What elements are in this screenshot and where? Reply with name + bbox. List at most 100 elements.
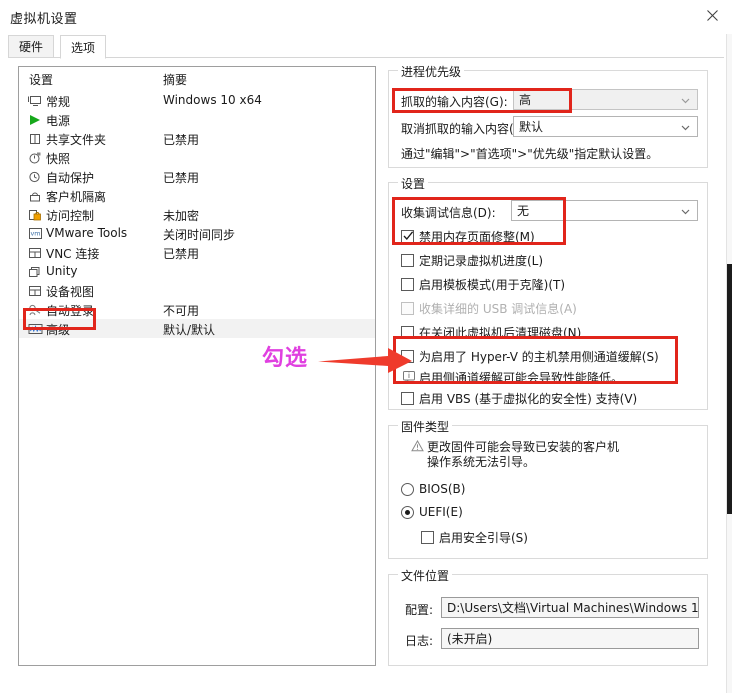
autologin-icon bbox=[27, 302, 43, 317]
list-item-summary: 未加密 bbox=[163, 209, 200, 223]
checkbox-usb-debug-info: 收集详细的 USB 调试信息(A) bbox=[401, 300, 577, 317]
firmware-warning-text: 更改固件可能会导致已安装的客户机 操作系统无法引导。 bbox=[427, 440, 620, 469]
debug-info-value: 无 bbox=[517, 204, 530, 218]
warning-icon bbox=[411, 439, 427, 455]
group-settings-legend: 设置 bbox=[398, 175, 429, 192]
group-settings: 设置 收集调试信息(D): 无 禁用内存页面修整(M) 定期记录虚拟机进度(L)… bbox=[388, 175, 708, 410]
vm-settings-window: 虚拟机设置 硬件 选项 设置 摘要 常规 Windows 10 x64 电源 共… bbox=[0, 0, 732, 693]
list-item-access-control[interactable]: 访问控制 未加密 bbox=[19, 205, 375, 224]
vmware-tools-icon: vm bbox=[27, 226, 43, 241]
checkbox-disable-side-channel-mitigations[interactable]: 为启用了 Hyper-V 的主机禁用侧通道缓解(S) bbox=[401, 348, 659, 365]
checkbox-clean-disk-on-shutdown[interactable]: 在关闭此虚拟机后清理磁盘(N) bbox=[401, 324, 581, 341]
list-item-autologin[interactable]: 自动登录 不可用 bbox=[19, 300, 375, 319]
vnc-icon bbox=[27, 245, 43, 260]
chevron-down-icon bbox=[681, 123, 690, 132]
list-item-summary: 默认/默认 bbox=[163, 323, 216, 337]
list-item-summary: 已禁用 bbox=[163, 133, 200, 147]
tab-hardware-label: 硬件 bbox=[19, 40, 44, 54]
close-icon bbox=[706, 10, 718, 21]
snapshot-icon bbox=[27, 150, 43, 165]
log-path-value: (未开启) bbox=[447, 632, 493, 646]
list-item-general[interactable]: 常规 Windows 10 x64 bbox=[19, 91, 375, 110]
tab-options[interactable]: 选项 bbox=[60, 35, 107, 59]
list-item-summary: 关闭时间同步 bbox=[163, 228, 236, 242]
list-item-snapshot[interactable]: 快照 bbox=[19, 148, 375, 167]
checkbox-label: 定期记录虚拟机进度(L) bbox=[419, 254, 544, 268]
checkbox-disable-memory-trim[interactable]: 禁用内存页面修整(M) bbox=[401, 228, 535, 245]
chevron-down-icon bbox=[681, 207, 690, 216]
settings-list-header: 设置 摘要 bbox=[19, 67, 375, 89]
config-path-label: 配置: bbox=[405, 603, 434, 617]
list-item-guest-isolation[interactable]: 客户机隔离 bbox=[19, 186, 375, 205]
list-item-label: 自动保护 bbox=[46, 171, 95, 185]
list-item-label: 访问控制 bbox=[46, 209, 95, 223]
checkbox-enable-secure-boot[interactable]: 启用安全引导(S) bbox=[421, 529, 528, 546]
list-item-summary: Windows 10 x64 bbox=[163, 93, 262, 107]
tab-underline bbox=[8, 57, 724, 58]
checkbox-template-mode[interactable]: 启用模板模式(用于克隆)(T) bbox=[401, 276, 565, 293]
log-path-label: 日志: bbox=[405, 634, 434, 648]
shared-folder-icon bbox=[27, 131, 43, 146]
list-item-label: 共享文件夹 bbox=[46, 133, 107, 147]
callout-arrow-icon bbox=[318, 348, 412, 373]
svg-text:vm: vm bbox=[30, 230, 40, 238]
debug-info-dropdown[interactable]: 无 bbox=[511, 200, 698, 221]
checkbox-label: 启用模板模式(用于克隆)(T) bbox=[419, 278, 566, 292]
callout-label: 勾选 bbox=[262, 346, 309, 371]
grab-input-dropdown[interactable]: 高 bbox=[513, 89, 698, 110]
checkbox-box bbox=[401, 230, 414, 243]
group-process-priority: 进程优先级 抓取的输入内容(G): 高 取消抓取的输入内容(U): 默认 通过"… bbox=[388, 63, 708, 168]
checkbox-enable-vbs[interactable]: 启用 VBS (基于虚拟化的安全性) 支持(V) bbox=[401, 390, 637, 407]
title-bar: 虚拟机设置 bbox=[0, 0, 732, 34]
list-item-label: VMware Tools bbox=[46, 226, 128, 240]
config-path-field[interactable]: D:\Users\文档\Virtual Machines\Windows 10 … bbox=[441, 597, 699, 618]
list-item-unity[interactable]: Unity bbox=[19, 262, 375, 281]
ungrab-input-value: 默认 bbox=[519, 120, 544, 134]
checkbox-label: 收集详细的 USB 调试信息(A) bbox=[419, 302, 577, 316]
options-pane: 进程优先级 抓取的输入内容(G): 高 取消抓取的输入内容(U): 默认 通过"… bbox=[388, 62, 712, 672]
list-item-device-view[interactable]: 设备视图 bbox=[19, 281, 375, 300]
list-item-label: 快照 bbox=[46, 152, 71, 166]
config-path-value: D:\Users\文档\Virtual Machines\Windows 10 … bbox=[447, 601, 699, 615]
tab-options-label: 选项 bbox=[71, 40, 96, 55]
ungrab-input-dropdown[interactable]: 默认 bbox=[513, 116, 698, 137]
radio-label: BIOS(B) bbox=[419, 482, 466, 496]
radio-uefi[interactable]: UEFI(E) bbox=[401, 505, 463, 519]
log-path-field[interactable]: (未开启) bbox=[441, 628, 699, 649]
tab-hardware[interactable]: 硬件 bbox=[8, 35, 55, 58]
column-header-setting: 设置 bbox=[29, 73, 54, 87]
radio-bios[interactable]: BIOS(B) bbox=[401, 482, 465, 496]
list-item-shared-folders[interactable]: 共享文件夹 已禁用 bbox=[19, 129, 375, 148]
side-channel-info-text: 启用侧通道缓解可能会导致性能降低。 bbox=[419, 371, 624, 385]
list-item-autoprotect[interactable]: 自动保护 已禁用 bbox=[19, 167, 375, 186]
tab-strip: 硬件 选项 bbox=[8, 35, 724, 59]
close-button[interactable] bbox=[692, 0, 732, 31]
debug-info-label: 收集调试信息(D): bbox=[401, 206, 496, 220]
group-firmware-legend: 固件类型 bbox=[398, 418, 453, 435]
checkbox-label: 在关闭此虚拟机后清理磁盘(N) bbox=[419, 326, 582, 340]
list-item-label: 设备视图 bbox=[46, 285, 95, 299]
list-item-label: Unity bbox=[46, 264, 78, 278]
scrollbar-thumb[interactable] bbox=[727, 264, 732, 514]
list-item-power[interactable]: 电源 bbox=[19, 110, 375, 129]
ungrab-input-label: 取消抓取的输入内容(U): bbox=[401, 122, 532, 136]
monitor-icon bbox=[27, 93, 43, 108]
list-item-label: 自动登录 bbox=[46, 304, 95, 318]
group-file-location: 文件位置 配置: D:\Users\文档\Virtual Machines\Wi… bbox=[388, 567, 708, 666]
list-item-summary: 已禁用 bbox=[163, 247, 200, 261]
list-item-vnc[interactable]: VNC 连接 已禁用 bbox=[19, 243, 375, 262]
grab-input-label: 抓取的输入内容(G): bbox=[401, 95, 508, 109]
scrollbar-track[interactable] bbox=[727, 34, 732, 693]
checkbox-box bbox=[401, 302, 414, 315]
list-item-label: 电源 bbox=[46, 114, 71, 128]
list-item-vmware-tools[interactable]: vm VMware Tools 关闭时间同步 bbox=[19, 224, 375, 243]
check-icon bbox=[403, 230, 414, 243]
list-item-label: VNC 连接 bbox=[46, 247, 100, 261]
list-item-advanced[interactable]: 高级 默认/默认 bbox=[19, 319, 375, 338]
checkbox-box bbox=[421, 531, 434, 544]
checkbox-label: 禁用内存页面修整(M) bbox=[419, 230, 535, 244]
chevron-down-icon bbox=[681, 96, 690, 105]
grab-input-value: 高 bbox=[519, 93, 532, 107]
checkbox-log-vm-progress[interactable]: 定期记录虚拟机进度(L) bbox=[401, 252, 543, 269]
advanced-icon bbox=[27, 321, 43, 336]
